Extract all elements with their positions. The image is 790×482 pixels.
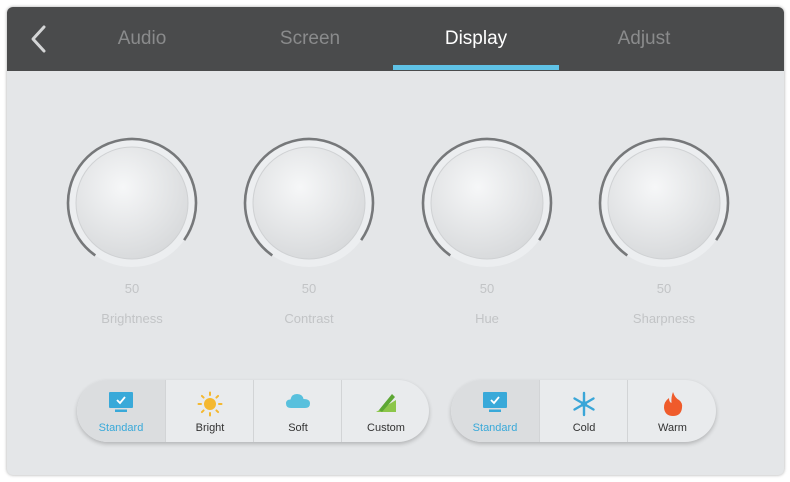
dial-icon (598, 137, 730, 269)
display-settings-panel: Audio Screen Display Adjust 50 Brightnes… (7, 7, 784, 475)
picture-mode-selector: Standard Bright Soft Custom (77, 380, 429, 442)
monitor-check-icon (483, 392, 507, 412)
tab-display[interactable]: Display (401, 7, 551, 71)
brightness-knob[interactable]: 50 Brightness (64, 135, 200, 335)
contrast-knob[interactable]: 50 Contrast (241, 135, 377, 335)
sun-icon (197, 391, 223, 417)
tab-adjust[interactable]: Adjust (569, 7, 719, 71)
dial-icon (66, 137, 198, 269)
color-temp-cold[interactable]: Cold (539, 380, 628, 442)
flame-icon (663, 392, 682, 416)
picture-mode-soft-label: Soft (288, 422, 308, 434)
brightness-value: 50 (124, 281, 140, 296)
tab-audio[interactable]: Audio (67, 7, 217, 71)
monitor-check-icon (109, 392, 133, 412)
color-temp-standard[interactable]: Standard (451, 380, 539, 442)
dial-icon (421, 137, 553, 269)
hue-value: 50 (479, 281, 495, 296)
contrast-label: Contrast (284, 311, 334, 326)
tab-screen[interactable]: Screen (235, 7, 385, 71)
picture-mode-bright-label: Bright (195, 422, 225, 434)
picture-mode-bright[interactable]: Bright (165, 380, 254, 442)
picture-mode-standard-label: Standard (98, 422, 144, 434)
dial-icon (243, 137, 375, 269)
sharpness-value: 50 (656, 281, 672, 296)
color-temp-standard-label: Standard (472, 422, 518, 434)
back-button[interactable] (21, 21, 57, 57)
hue-label: Hue (475, 311, 499, 326)
picture-mode-custom-label: Custom (367, 422, 405, 434)
brightness-label: Brightness (101, 311, 163, 326)
sharpness-label: Sharpness (632, 311, 696, 326)
picture-mode-custom[interactable]: Custom (341, 380, 429, 442)
snowflake-icon (573, 391, 595, 417)
top-navigation-bar: Audio Screen Display Adjust (7, 7, 784, 71)
color-temp-warm-label: Warm (658, 422, 687, 434)
chevron-left-icon (31, 25, 46, 53)
picture-mode-soft[interactable]: Soft (253, 380, 342, 442)
pencil-icon (376, 394, 396, 412)
sharpness-knob[interactable]: 50 Sharpness (596, 135, 732, 335)
hue-knob[interactable]: 50 Hue (419, 135, 555, 335)
picture-mode-standard[interactable]: Standard (77, 380, 165, 442)
cloud-icon (286, 394, 310, 408)
active-tab-indicator (393, 65, 559, 70)
contrast-value: 50 (301, 281, 317, 296)
color-temperature-selector: Standard Cold Warm (451, 380, 716, 442)
color-temp-cold-label: Cold (572, 422, 596, 434)
color-temp-warm[interactable]: Warm (627, 380, 716, 442)
